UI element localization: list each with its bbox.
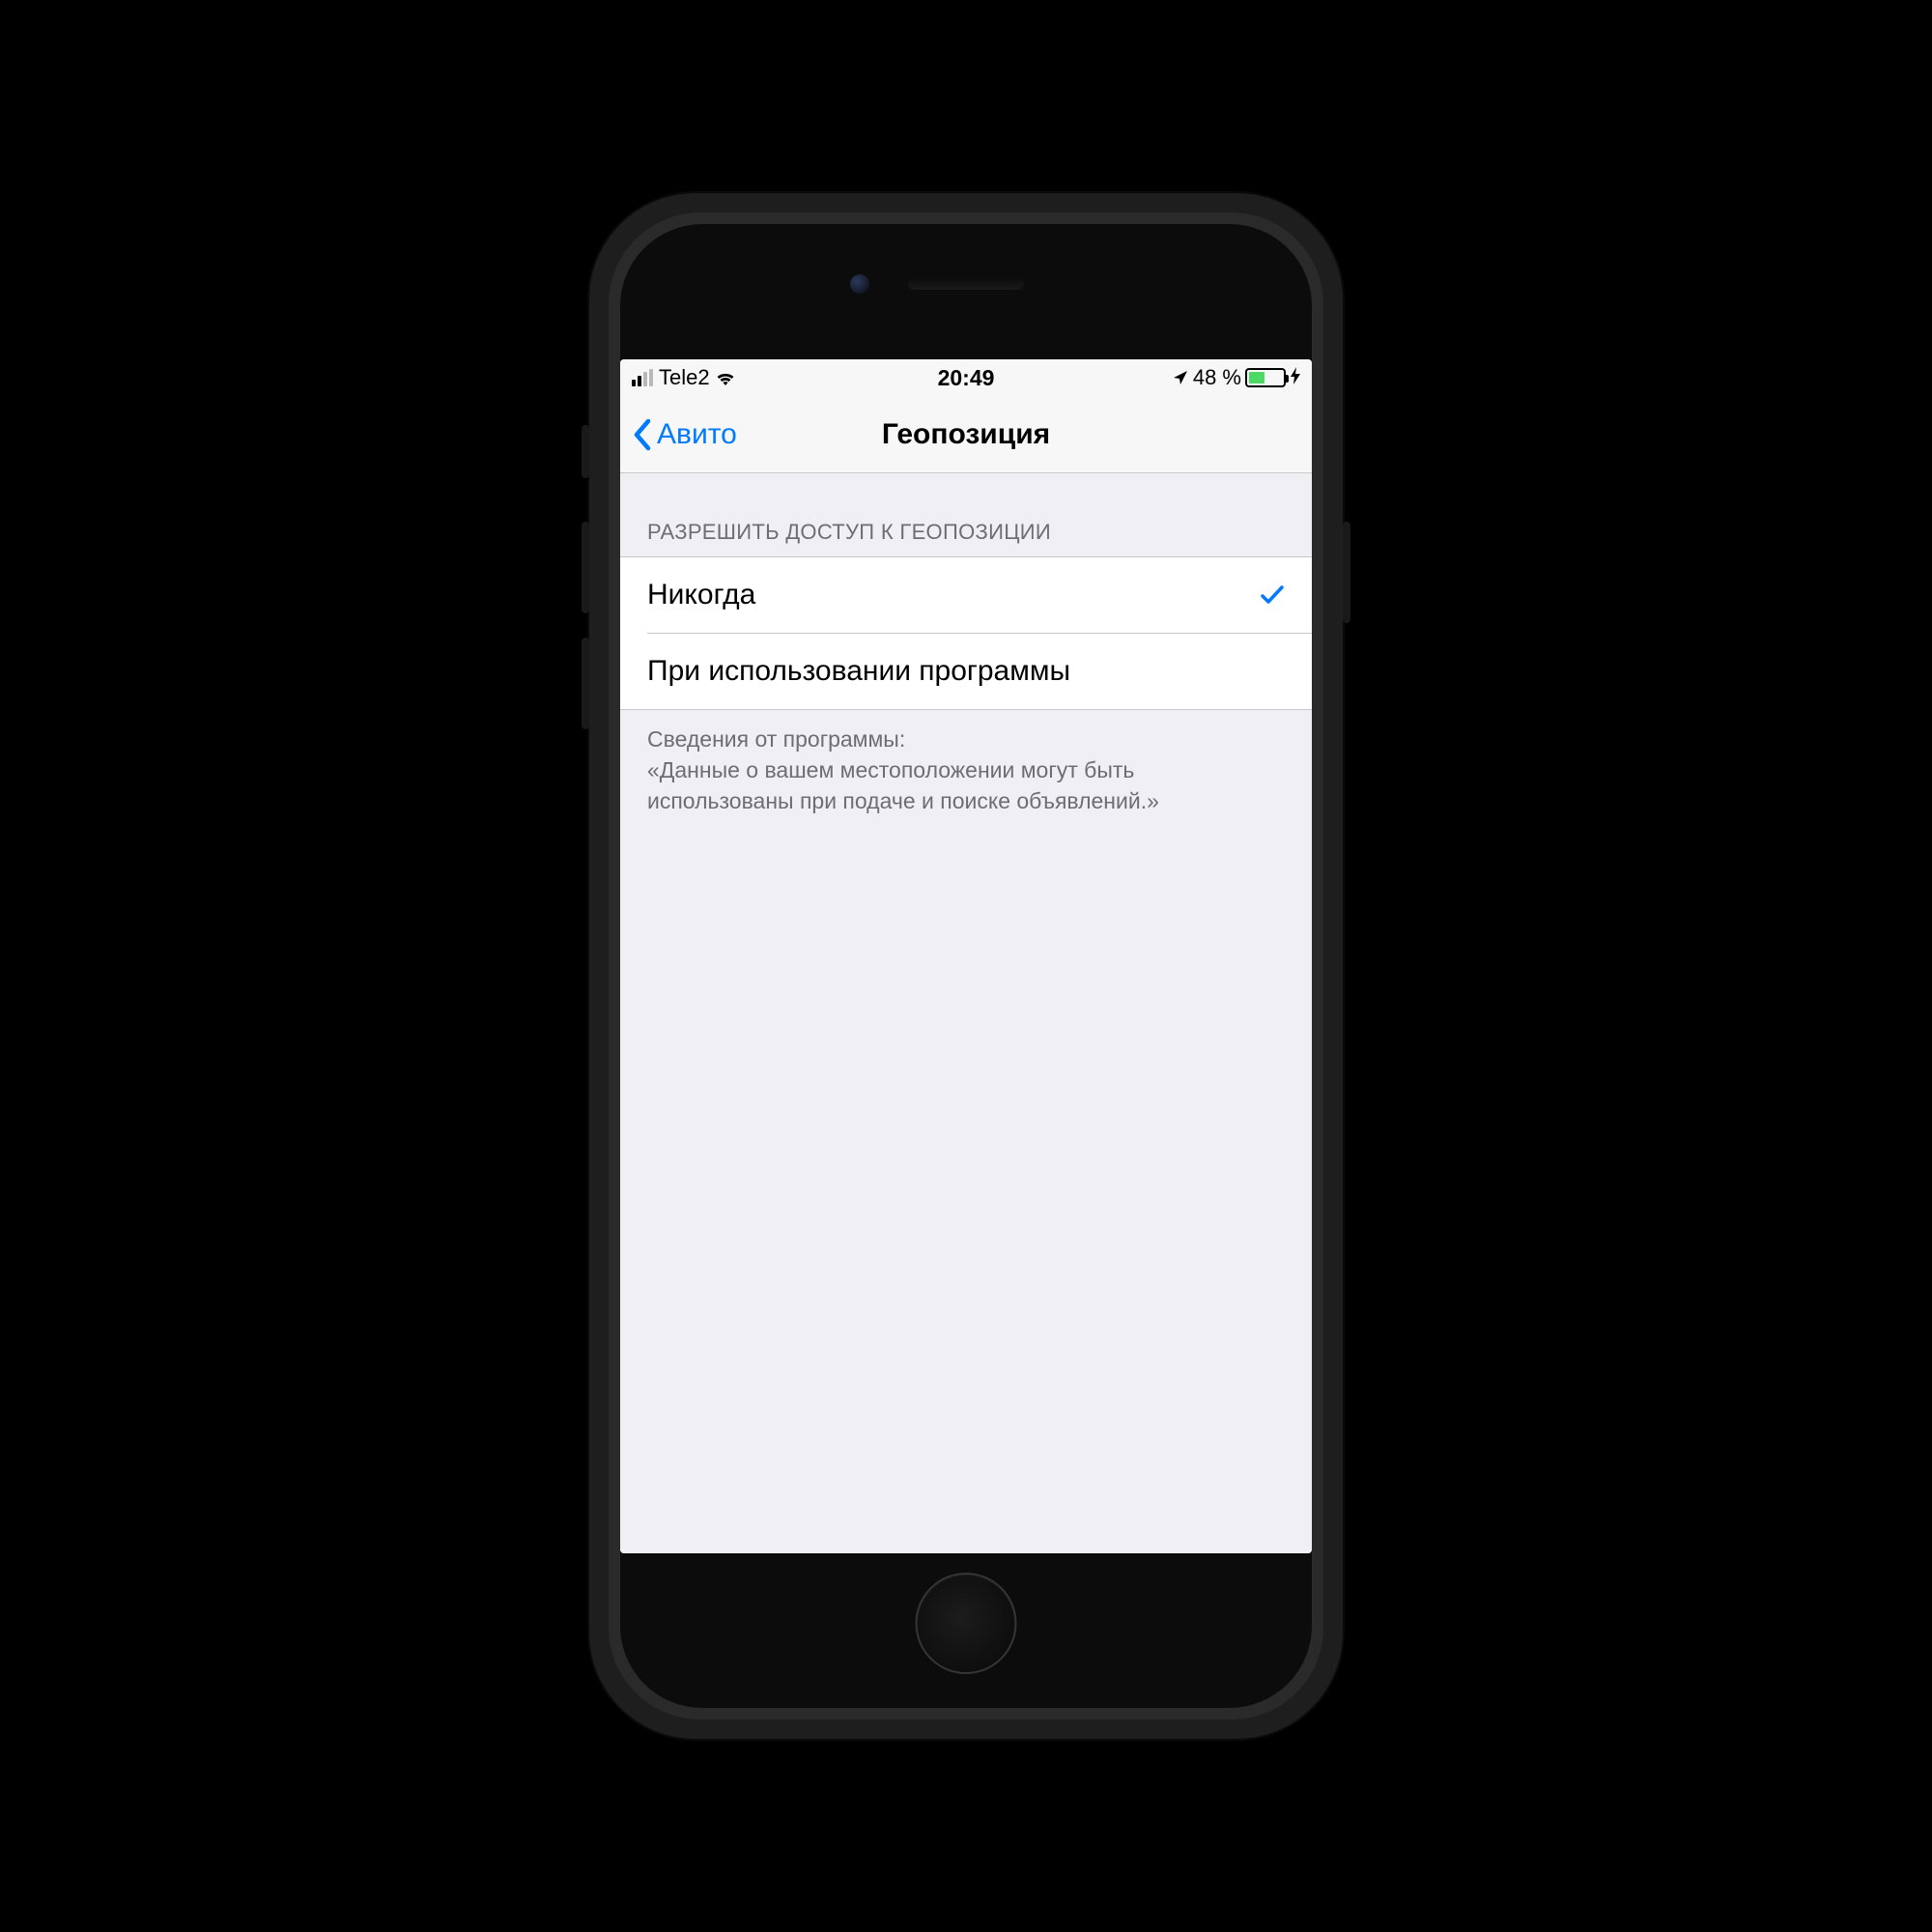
- status-left: Tele2: [632, 365, 737, 390]
- charging-icon: [1291, 367, 1300, 389]
- battery-percentage: 48 %: [1193, 365, 1241, 390]
- signal-strength-icon: [632, 369, 653, 386]
- mute-switch: [582, 425, 589, 478]
- earpiece-speaker: [908, 276, 1024, 290]
- status-right: 48 %: [1172, 365, 1300, 390]
- section-footer: Сведения от программы: «Данные о вашем м…: [620, 710, 1312, 831]
- options-group: Никогда При использовании программы: [620, 556, 1312, 710]
- home-button[interactable]: [916, 1573, 1017, 1674]
- front-camera: [850, 274, 869, 294]
- page-title: Геопозиция: [882, 418, 1050, 451]
- section-header: РАЗРЕШИТЬ ДОСТУП К ГЕОПОЗИЦИИ: [620, 473, 1312, 556]
- checkmark-icon: [1260, 582, 1285, 608]
- carrier-label: Tele2: [659, 365, 710, 390]
- footer-body: «Данные о вашем местоположении могут быт…: [647, 754, 1285, 816]
- option-never[interactable]: Никогда: [620, 557, 1312, 633]
- option-while-using[interactable]: При использовании программы: [620, 634, 1312, 709]
- back-button[interactable]: Авито: [632, 418, 737, 451]
- chevron-left-icon: [632, 418, 657, 451]
- option-label: Никогда: [647, 579, 755, 611]
- status-time: 20:49: [938, 365, 995, 391]
- location-services-icon: [1172, 369, 1189, 386]
- screen: Tele2 20:49: [620, 359, 1312, 1553]
- status-bar: Tele2 20:49: [620, 359, 1312, 396]
- volume-down-button: [582, 638, 589, 729]
- volume-up-button: [582, 522, 589, 613]
- wifi-icon: [714, 369, 737, 386]
- option-label: При использовании программы: [647, 655, 1070, 688]
- content-area: РАЗРЕШИТЬ ДОСТУП К ГЕОПОЗИЦИИ Никогда: [620, 473, 1312, 1553]
- phone-device-frame: Tele2 20:49: [589, 193, 1343, 1739]
- back-label: Авито: [657, 418, 737, 451]
- battery-icon: [1245, 368, 1286, 387]
- footer-title: Сведения от программы:: [647, 724, 1285, 754]
- power-button: [1343, 522, 1350, 623]
- navigation-bar: Авито Геопозиция: [620, 396, 1312, 473]
